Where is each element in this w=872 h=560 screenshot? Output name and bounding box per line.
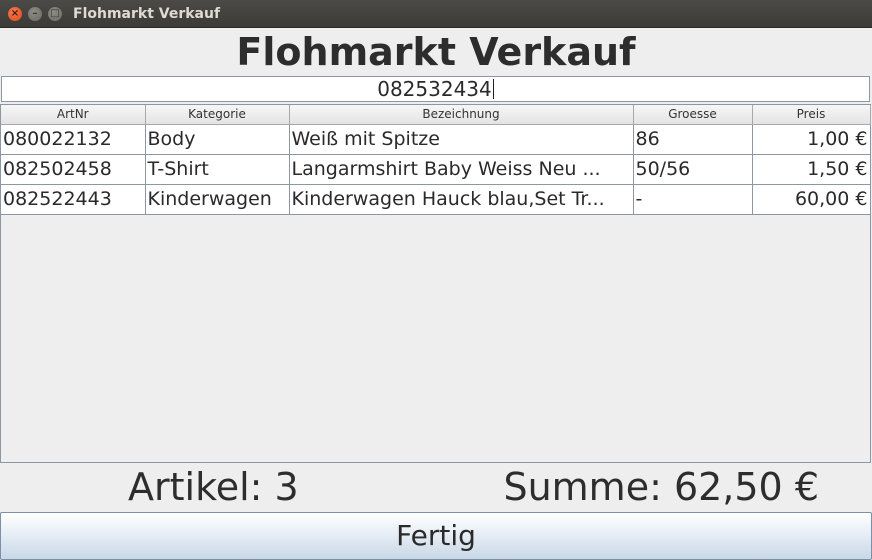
minimize-icon[interactable]: – [28, 7, 42, 21]
table-row[interactable]: 082502458 T-Shirt Langarmshirt Baby Weis… [1, 154, 871, 185]
cell-artnr: 082522443 [1, 184, 146, 215]
article-number-value: 082532434 [377, 77, 492, 101]
maximize-icon[interactable]: □ [48, 7, 62, 21]
done-button[interactable]: Fertig [0, 512, 872, 560]
column-header-preis[interactable]: Preis [752, 105, 871, 125]
items-table[interactable]: ArtNr Kategorie Bezeichnung Groesse Prei… [0, 104, 871, 463]
cell-kategorie: Kinderwagen [145, 184, 290, 215]
total-sum: Summe: 62,50 € [503, 465, 819, 509]
cell-groesse: 50/56 [633, 154, 753, 185]
text-caret [492, 79, 494, 99]
cell-groesse: 86 [633, 124, 753, 155]
cell-groesse: - [633, 184, 753, 215]
column-header-artnr[interactable]: ArtNr [1, 105, 146, 125]
cell-preis: 1,50 € [752, 154, 871, 185]
article-count: Artikel: 3 [128, 465, 299, 509]
cell-artnr: 080022132 [1, 124, 146, 155]
column-header-bezeichnung[interactable]: Bezeichnung [289, 105, 634, 125]
table-row[interactable]: 082522443 Kinderwagen Kinderwagen Hauck … [1, 184, 871, 215]
cell-kategorie: Body [145, 124, 290, 155]
article-number-input[interactable]: 082532434 [1, 76, 870, 102]
cell-bezeichnung: Kinderwagen Hauck blau,Set Tr... [289, 184, 634, 215]
table-header-row: ArtNr Kategorie Bezeichnung Groesse Prei… [1, 105, 871, 125]
cell-preis: 60,00 € [752, 184, 871, 215]
window-title: Flohmarkt Verkauf [73, 6, 221, 22]
close-icon[interactable]: × [8, 7, 22, 21]
cell-bezeichnung: Weiß mit Spitze [289, 124, 634, 155]
page-title: Flohmarkt Verkauf [236, 30, 636, 74]
cell-bezeichnung: Langarmshirt Baby Weiss Neu ... [289, 154, 634, 185]
cell-artnr: 082502458 [1, 154, 146, 185]
cell-kategorie: T-Shirt [145, 154, 290, 185]
window-titlebar: × – □ Flohmarkt Verkauf [0, 0, 872, 28]
cell-preis: 1,00 € [752, 124, 871, 155]
column-header-groesse[interactable]: Groesse [633, 105, 753, 125]
column-header-kategorie[interactable]: Kategorie [145, 105, 290, 125]
table-row[interactable]: 080022132 Body Weiß mit Spitze 86 1,00 € [1, 124, 871, 155]
